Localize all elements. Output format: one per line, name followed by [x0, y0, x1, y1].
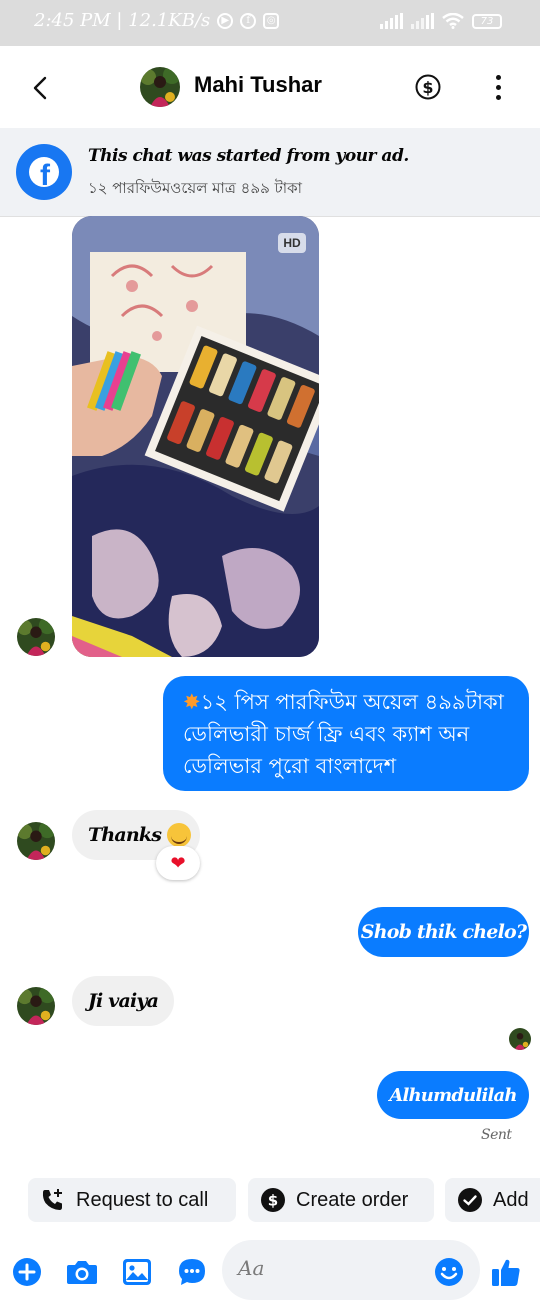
camera-icon [67, 1261, 97, 1284]
message-input-placeholder: Aa [238, 1256, 265, 1280]
message-bubble-incoming[interactable]: Ji vaiya [72, 976, 174, 1026]
gallery-button[interactable] [121, 1256, 153, 1288]
battery-icon: 73 [472, 13, 502, 29]
dollar-icon: $ [260, 1187, 286, 1213]
request-to-call-button[interactable]: Request to call [28, 1178, 236, 1222]
sender-avatar[interactable] [17, 618, 55, 656]
svg-text:$: $ [268, 1192, 278, 1210]
svg-text:f: f [40, 159, 51, 192]
message-text: Shob thik chelo? [360, 921, 527, 943]
facebook-icon: f [16, 144, 72, 200]
message-line: ✸১২ পিস পারফিউম অয়েল ৪৯৯টাকা [183, 686, 515, 718]
dollar-icon: $ [415, 74, 441, 100]
chat-extensions-button[interactable] [176, 1256, 208, 1288]
message-text: Ji vaiya [87, 990, 159, 1012]
like-button[interactable] [490, 1256, 522, 1288]
message-text: Alhumdulilah [389, 1084, 517, 1106]
status-right: 73 [380, 13, 502, 29]
facebook-status-icon: f [240, 12, 257, 29]
like-icon [492, 1259, 520, 1286]
back-button[interactable] [24, 72, 56, 104]
read-receipt-avatar [509, 1028, 531, 1050]
emoji-button[interactable] [433, 1256, 465, 1288]
check-circle-icon [457, 1187, 483, 1213]
plus-icon [13, 1258, 41, 1286]
sent-status: Sent [481, 1127, 512, 1143]
create-order-button[interactable]: $ Create order [248, 1178, 434, 1222]
sender-avatar[interactable] [17, 987, 55, 1025]
add-button[interactable]: Add [445, 1178, 540, 1222]
message-line: ডেলিভার পুরো বাংলাদেশ [183, 754, 397, 778]
phone-plus-icon [40, 1187, 66, 1213]
ad-banner-subtitle: ১২ পারফিউমওয়েল মাত্র ৪৯৯ টাকা [88, 179, 302, 197]
shared-photo[interactable] [72, 216, 319, 657]
create-order-label: Create order [296, 1188, 409, 1211]
more-icon [495, 74, 501, 80]
status-time-speed: 2:45 PM | 12.1KB/s [34, 10, 211, 31]
hd-badge: HD [278, 233, 306, 253]
heart-icon: ❤ [170, 852, 186, 874]
chat-bubble-icon [179, 1259, 205, 1285]
camera-button[interactable] [66, 1256, 98, 1288]
ad-banner-title: This chat was started from your ad. [88, 146, 409, 166]
message-text: ১২ পিস পারফিউম অয়েল ৪৯৯টাকা [200, 690, 504, 714]
svg-text:$: $ [422, 78, 433, 97]
ad-banner[interactable] [0, 128, 540, 217]
play-icon: ▶ [217, 12, 234, 29]
emoji-icon [435, 1258, 463, 1286]
message-line: ডেলিভারী চার্জ ফ্রি এবং ক্যাশ অন [183, 722, 470, 746]
message-bubble-outgoing[interactable]: ✸১২ পিস পারফিউম অয়েল ৪৯৯টাকা ডেলিভারী চ… [163, 676, 529, 791]
message-text: Thanks [88, 824, 162, 846]
battery-level: 73 [480, 15, 494, 27]
explosion-emoji-icon: ✸ [183, 690, 201, 714]
signal-2-icon [411, 13, 434, 29]
message-bubble-outgoing[interactable]: Alhumdulilah [377, 1071, 529, 1119]
wifi-icon [442, 13, 464, 29]
message-bubble-outgoing[interactable]: Shob thik chelo? [358, 907, 529, 957]
add-label: Add [493, 1188, 529, 1211]
instagram-status-icon: ◎ [263, 12, 280, 29]
contact-avatar[interactable] [140, 67, 180, 107]
back-arrow-icon [33, 76, 47, 100]
smiling-hearts-emoji-icon [167, 823, 192, 847]
payment-button[interactable]: $ [414, 73, 442, 101]
status-left: 2:45 PM | 12.1KB/s ▶ f ◎ [34, 10, 280, 31]
heart-reaction[interactable]: ❤ [156, 846, 200, 880]
contact-name[interactable]: Mahi Tushar [194, 72, 322, 98]
gallery-icon [123, 1259, 151, 1285]
signal-icon [380, 13, 403, 29]
request-to-call-label: Request to call [76, 1188, 209, 1211]
plus-button[interactable] [11, 1256, 43, 1288]
more-options-button[interactable] [486, 72, 510, 102]
sender-avatar[interactable] [17, 822, 55, 860]
